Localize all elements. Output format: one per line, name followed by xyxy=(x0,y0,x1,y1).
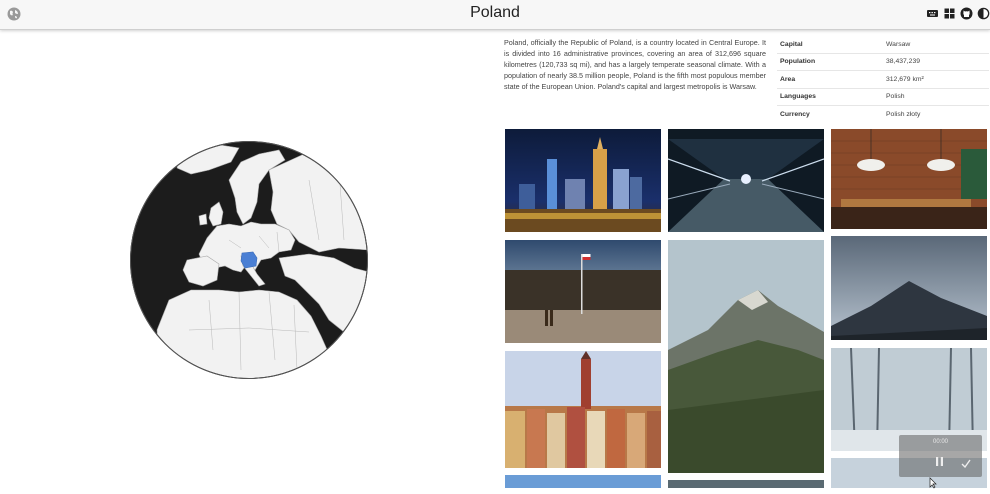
top-bar: Poland xyxy=(0,0,990,30)
facts-key: Area xyxy=(780,75,796,83)
facts-value: Warsaw xyxy=(886,40,911,48)
photo-square-with-flag[interactable] xyxy=(505,240,661,343)
check-icon[interactable] xyxy=(961,455,971,469)
country-facts-table: Capital Warsaw Population 38,437,239 Are… xyxy=(777,36,989,123)
facts-value: Polish xyxy=(886,93,905,101)
photo-old-town-houses[interactable] xyxy=(505,351,661,468)
poland-highlight[interactable] xyxy=(240,251,258,269)
facts-value: 38,437,239 xyxy=(886,58,921,66)
recorder-time: 00:00 xyxy=(932,439,948,445)
facts-row-area: Area 312,679 km² xyxy=(777,71,989,89)
photo-partial-bottom-1[interactable] xyxy=(505,475,661,488)
facts-key: Population xyxy=(780,58,816,66)
country-description: Poland, officially the Republic of Polan… xyxy=(504,38,766,91)
ireland-land xyxy=(198,213,208,226)
photo-partial-bottom-2[interactable] xyxy=(668,480,824,488)
page-title: Poland xyxy=(470,4,520,21)
facts-row-currency: Currency Polish złoty xyxy=(777,106,989,123)
facts-key: Capital xyxy=(780,40,803,48)
photo-airport-walkway[interactable] xyxy=(668,129,824,232)
facts-key: Currency xyxy=(780,110,810,118)
photo-warsaw-skyline-night[interactable] xyxy=(505,129,661,232)
photo-mountain-ridge[interactable] xyxy=(668,240,824,473)
header-icons xyxy=(926,7,990,21)
pause-icon[interactable] xyxy=(935,454,944,466)
photo-dark-mountain-peak[interactable] xyxy=(831,236,987,340)
facts-row-languages: Languages Polish xyxy=(777,89,989,106)
mouse-cursor-icon xyxy=(928,476,938,489)
facts-value: Polish złoty xyxy=(886,110,921,118)
photo-brick-cafe-interior[interactable] xyxy=(831,129,987,229)
github-icon[interactable] xyxy=(960,7,973,20)
keyboard-icon[interactable] xyxy=(926,7,939,20)
facts-value: 312,679 km² xyxy=(886,75,924,83)
facts-key: Languages xyxy=(780,93,816,101)
theme-icon[interactable] xyxy=(977,7,990,20)
facts-row-capital: Capital Warsaw xyxy=(777,36,989,54)
screen-recorder-overlay: 00:00 xyxy=(899,435,982,477)
world-globe-map[interactable] xyxy=(129,140,369,380)
facts-row-population: Population 38,437,239 xyxy=(777,54,989,71)
grid-icon[interactable] xyxy=(943,7,956,20)
